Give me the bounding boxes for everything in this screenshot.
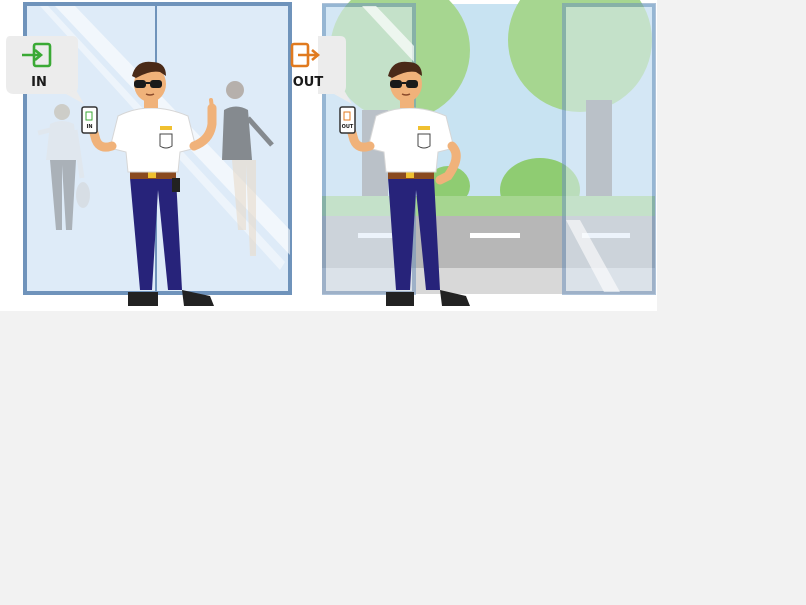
smartphone bbox=[339, 106, 356, 134]
check-in-scene: IN IN bbox=[0, 0, 310, 311]
check-in-check-out-illustration: IN IN OUT OUT bbox=[0, 0, 657, 311]
smartphone: IN bbox=[81, 106, 98, 134]
in-label: IN bbox=[31, 75, 47, 90]
check-in-scene-art: IN IN bbox=[6, 2, 292, 306]
check-out-scene bbox=[318, 0, 657, 311]
phone-in-label: IN bbox=[86, 124, 92, 130]
check-out-scene-art bbox=[318, 0, 656, 306]
in-speech-bubble bbox=[6, 36, 84, 104]
